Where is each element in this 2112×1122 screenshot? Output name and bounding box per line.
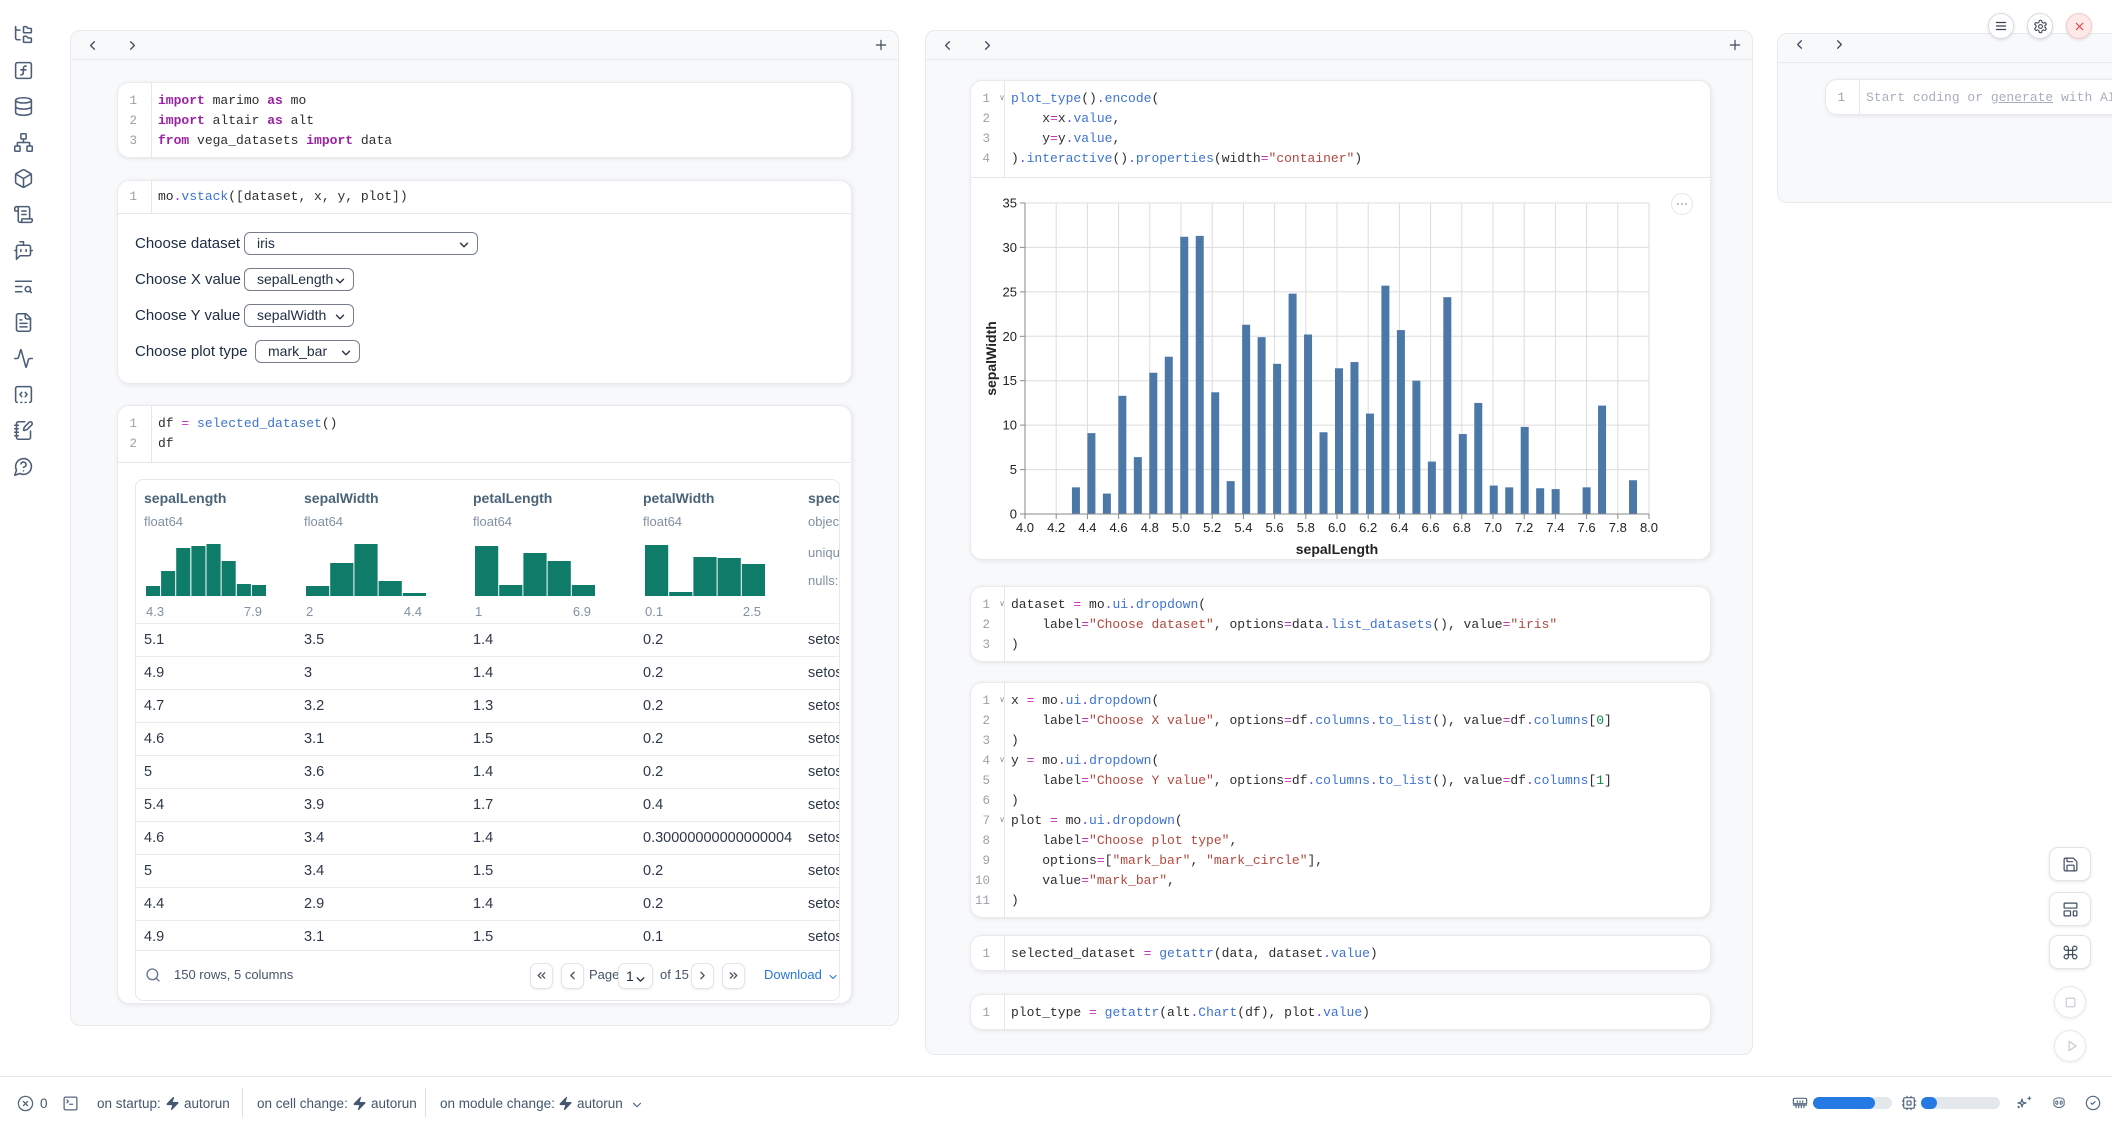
- svg-text:5.6: 5.6: [1266, 520, 1284, 535]
- svg-text:25: 25: [1003, 284, 1017, 299]
- svg-text:7.0: 7.0: [1484, 520, 1502, 535]
- svg-text:30: 30: [1003, 240, 1017, 255]
- svg-text:4.6: 4.6: [1110, 520, 1128, 535]
- svg-text:4.4: 4.4: [1078, 520, 1096, 535]
- svg-text:7.4: 7.4: [1546, 520, 1564, 535]
- svg-text:sepalLength: sepalLength: [1296, 541, 1378, 557]
- svg-text:5.4: 5.4: [1234, 520, 1252, 535]
- svg-text:5.0: 5.0: [1172, 520, 1190, 535]
- svg-text:15: 15: [1003, 373, 1017, 388]
- svg-text:6.2: 6.2: [1359, 520, 1377, 535]
- svg-text:4.8: 4.8: [1141, 520, 1159, 535]
- svg-text:7.2: 7.2: [1515, 520, 1533, 535]
- svg-text:10: 10: [1003, 418, 1017, 433]
- svg-text:35: 35: [1003, 196, 1017, 211]
- svg-text:6.0: 6.0: [1328, 520, 1346, 535]
- svg-text:5.8: 5.8: [1297, 520, 1315, 535]
- svg-text:sepalWidth: sepalWidth: [983, 321, 999, 396]
- svg-text:6.6: 6.6: [1422, 520, 1440, 535]
- svg-text:0: 0: [1010, 507, 1017, 522]
- svg-text:6.8: 6.8: [1453, 520, 1471, 535]
- svg-text:20: 20: [1003, 329, 1017, 344]
- svg-text:8.0: 8.0: [1640, 520, 1658, 535]
- svg-text:4.2: 4.2: [1047, 520, 1065, 535]
- svg-text:5.2: 5.2: [1203, 520, 1221, 535]
- svg-text:7.6: 7.6: [1578, 520, 1596, 535]
- svg-text:5: 5: [1010, 462, 1017, 477]
- svg-text:6.4: 6.4: [1390, 520, 1408, 535]
- svg-text:4.0: 4.0: [1016, 520, 1034, 535]
- svg-text:7.8: 7.8: [1609, 520, 1627, 535]
